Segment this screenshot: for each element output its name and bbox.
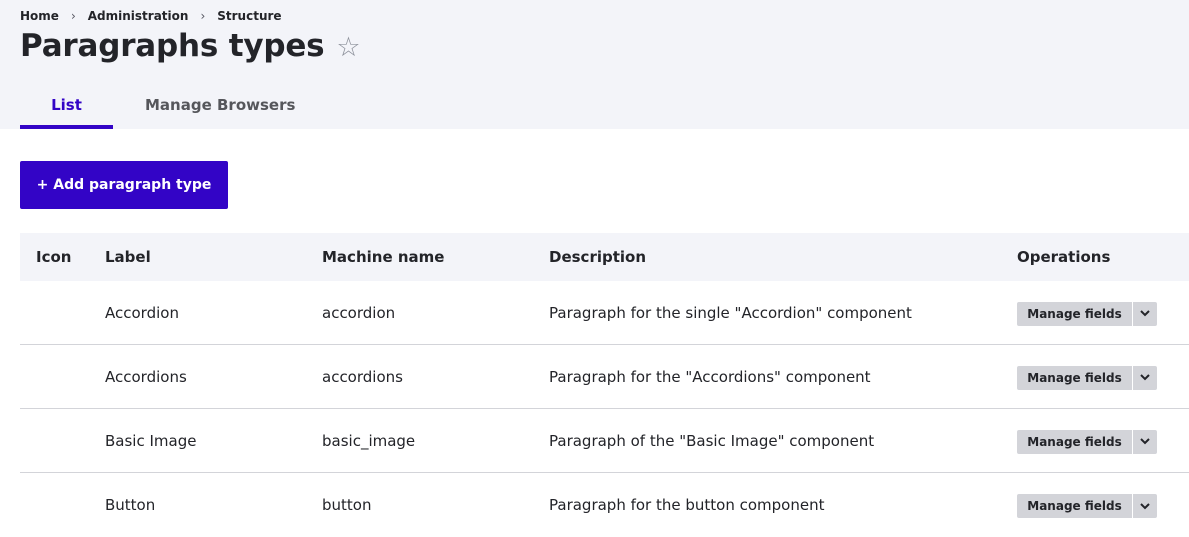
manage-fields-button[interactable]: Manage fields xyxy=(1017,494,1133,518)
table-header: Icon Label Machine name Description Oper… xyxy=(20,233,1189,281)
title-row: Paragraphs types ☆ xyxy=(20,28,361,64)
row-operations: Manage fields xyxy=(1017,364,1189,390)
operations-dropbutton: Manage fields xyxy=(1017,301,1157,326)
operations-toggle[interactable] xyxy=(1133,366,1157,390)
paragraph-types-table: Icon Label Machine name Description Oper… xyxy=(20,233,1189,537)
manage-fields-button[interactable]: Manage fields xyxy=(1017,429,1133,454)
header-label: Label xyxy=(105,248,151,266)
chevron-down-icon xyxy=(1140,310,1150,317)
chevron-down-icon xyxy=(1140,374,1150,381)
row-operations: Manage fields xyxy=(1017,492,1189,518)
row-machine-name: button xyxy=(322,496,372,514)
tabs: List Manage Browsers xyxy=(20,87,295,129)
chevron-down-icon xyxy=(1140,438,1150,445)
header-description: Description xyxy=(549,248,647,266)
row-machine-name: basic_image xyxy=(322,431,416,450)
row-description: Paragraph for the button component xyxy=(549,496,825,514)
page-header: Home › Administration › Structure Paragr… xyxy=(0,0,1189,129)
operations-toggle[interactable] xyxy=(1133,302,1157,326)
operations-dropbutton: Manage fields xyxy=(1017,494,1157,518)
chevron-down-icon xyxy=(1140,502,1150,509)
tab-manage-browsers[interactable]: Manage Browsers xyxy=(145,87,295,129)
table-row: Basic Image basic_image Paragraph of the… xyxy=(20,409,1189,473)
star-shortcut-icon[interactable]: ☆ xyxy=(336,34,360,61)
manage-fields-button[interactable]: Manage fields xyxy=(1017,365,1133,390)
row-machine-name: accordions xyxy=(322,367,403,386)
breadcrumb-home[interactable]: Home xyxy=(20,9,59,23)
operations-dropbutton: Manage fields xyxy=(1017,365,1157,390)
operations-dropbutton: Manage fields xyxy=(1017,429,1157,454)
breadcrumb-separator: › xyxy=(200,9,206,23)
breadcrumb-separator: › xyxy=(70,9,76,23)
row-label: Basic Image xyxy=(105,431,197,450)
page-title: Paragraphs types xyxy=(20,28,325,64)
row-label: Accordions xyxy=(105,367,187,386)
breadcrumb: Home › Administration › Structure xyxy=(20,9,282,23)
header-machine-name: Machine name xyxy=(322,248,445,266)
header-operations: Operations xyxy=(1017,248,1111,266)
row-label: Accordion xyxy=(105,303,179,322)
row-description: Paragraph for the single "Accordion" com… xyxy=(549,303,912,322)
row-description: Paragraph of the "Basic Image" component xyxy=(549,431,875,450)
add-paragraph-type-button[interactable]: + Add paragraph type xyxy=(20,161,228,209)
tab-list[interactable]: List xyxy=(20,87,113,129)
operations-toggle[interactable] xyxy=(1133,430,1157,454)
row-operations: Manage fields xyxy=(1017,300,1189,326)
header-icon: Icon xyxy=(36,248,72,266)
table-row: Button button Paragraph for the button c… xyxy=(20,473,1189,537)
row-machine-name: accordion xyxy=(322,303,396,322)
table-row: Accordion accordion Paragraph for the si… xyxy=(20,281,1189,345)
row-description: Paragraph for the "Accordions" component xyxy=(549,367,871,386)
operations-toggle[interactable] xyxy=(1133,494,1157,518)
breadcrumb-administration[interactable]: Administration xyxy=(88,9,189,23)
table-row: Accordions accordions Paragraph for the … xyxy=(20,345,1189,409)
row-operations: Manage fields xyxy=(1017,428,1189,454)
breadcrumb-structure[interactable]: Structure xyxy=(217,9,281,23)
manage-fields-button[interactable]: Manage fields xyxy=(1017,301,1133,326)
row-label: Button xyxy=(105,496,156,514)
